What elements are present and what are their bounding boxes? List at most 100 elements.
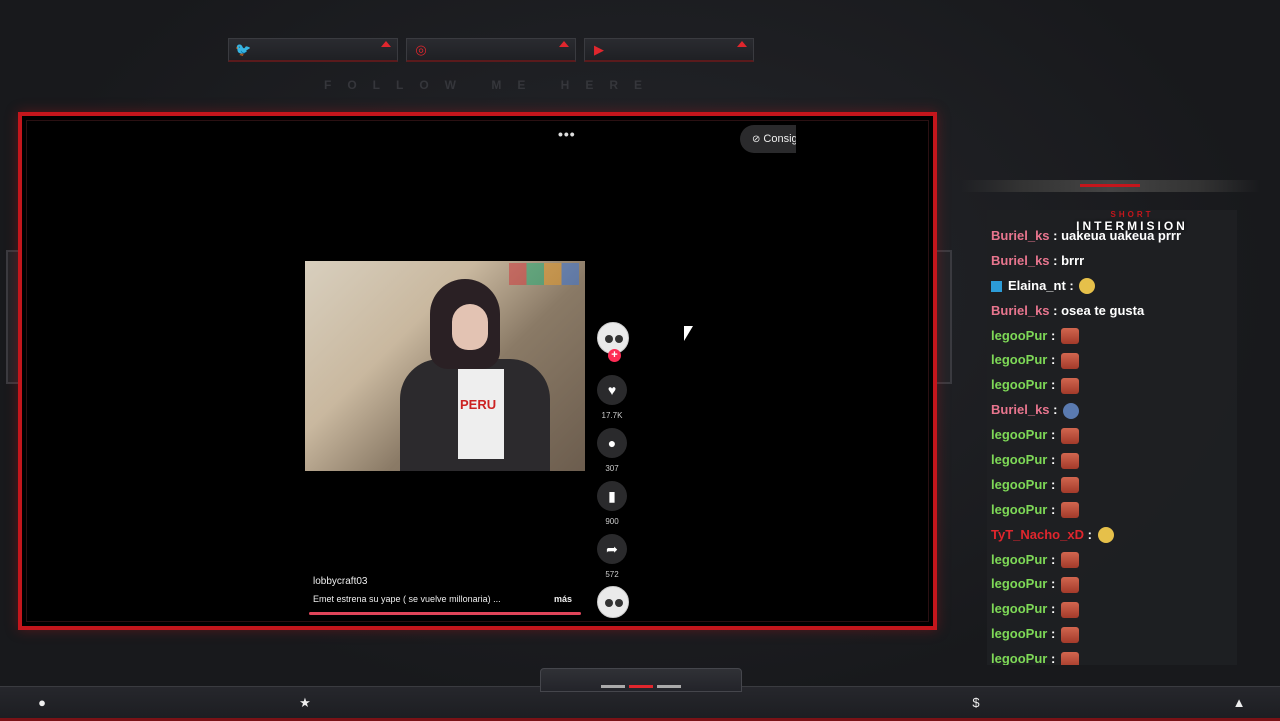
chat-emote-icon xyxy=(1063,402,1080,419)
follow-plus-icon[interactable]: + xyxy=(608,349,621,362)
chat-separator: : xyxy=(1049,402,1062,418)
chat-text: osea te gusta xyxy=(1061,302,1145,318)
chat-emote-icon xyxy=(1060,328,1079,345)
chat-username[interactable]: legooPur xyxy=(991,352,1047,367)
video-player[interactable]: PERU xyxy=(305,261,585,471)
chat-username[interactable]: legooPur xyxy=(991,452,1047,467)
avatar-eye xyxy=(615,335,623,343)
chat-emote-icon xyxy=(1060,452,1079,469)
heart-icon: ♥ xyxy=(607,382,617,398)
video-person: PERU xyxy=(400,279,550,471)
chat-username[interactable]: legooPur xyxy=(991,601,1047,616)
chat-username[interactable]: legooPur xyxy=(991,626,1047,641)
chat-emote-icon xyxy=(1060,601,1079,618)
comment-icon: ● xyxy=(607,435,617,451)
more-caption-button[interactable]: más xyxy=(554,594,572,604)
video-shirt-text: PERU xyxy=(460,397,497,412)
chat-username[interactable]: Buriel_ks xyxy=(991,402,1050,417)
bottom-center-bars xyxy=(601,685,681,688)
avatar-eye xyxy=(605,335,613,343)
chat-message: legooPur : xyxy=(991,348,1237,373)
chat-message: Buriel_ks : osea te gusta xyxy=(991,299,1237,324)
chat-message: legooPur : xyxy=(991,373,1237,398)
chat-badge-icon xyxy=(991,280,1002,292)
video-shirt xyxy=(458,369,504,459)
chat-emote-icon xyxy=(1060,427,1079,444)
social-slot-youtube[interactable]: ▶ xyxy=(584,38,754,62)
share-button[interactable]: ➦ xyxy=(597,534,627,564)
chat-separator: : xyxy=(1049,302,1062,318)
chat-message: Elaina_nt : xyxy=(991,274,1237,299)
chat-username[interactable]: Elaina_nt xyxy=(1008,278,1066,293)
video-progress-bar[interactable] xyxy=(309,612,581,615)
chat-separator: : xyxy=(1047,576,1059,592)
social-slot-instagram[interactable]: ◎ xyxy=(406,38,576,62)
avatar-eye xyxy=(605,599,613,607)
chat-separator: : xyxy=(1065,277,1078,293)
triangle-icon xyxy=(381,41,391,47)
video-face xyxy=(452,304,488,350)
more-options-button[interactable]: ••• xyxy=(558,126,576,142)
chat-username[interactable]: TyT_Nacho_xD xyxy=(991,527,1084,542)
follow-text: FOLLOW ME HERE xyxy=(324,78,658,92)
chat-separator: : xyxy=(1049,252,1062,268)
chat-message: legooPur : xyxy=(991,423,1237,448)
triangle-icon xyxy=(559,41,569,47)
chat-message: legooPur : xyxy=(991,622,1237,647)
comment-count: 307 xyxy=(605,464,619,473)
save-button[interactable]: ▮ xyxy=(597,481,627,511)
chat-username[interactable]: Buriel_ks xyxy=(991,253,1050,268)
chat-username[interactable]: legooPur xyxy=(991,477,1047,492)
chat-username[interactable]: legooPur xyxy=(991,576,1047,591)
chat-separator: : xyxy=(1047,427,1059,443)
chat-username[interactable]: legooPur xyxy=(991,502,1047,517)
chat-username[interactable]: legooPur xyxy=(991,328,1047,343)
chat-separator: : xyxy=(1047,452,1059,468)
chat-message: legooPur : xyxy=(991,324,1237,349)
chat-message: legooPur : xyxy=(991,647,1237,665)
chat-username[interactable]: legooPur xyxy=(991,377,1047,392)
social-slot-twitter[interactable]: 🐦 xyxy=(228,38,398,62)
share-icon: ➦ xyxy=(606,541,618,557)
user-icon: ● xyxy=(38,695,46,710)
bookmark-icon: ▮ xyxy=(608,488,616,504)
chat-top-deco xyxy=(960,180,1260,192)
mouse-cursor-icon xyxy=(684,326,693,341)
share-count: 572 xyxy=(605,570,619,579)
chat-message: legooPur : xyxy=(991,597,1237,622)
avatar-eye xyxy=(615,599,623,607)
chat-separator: : xyxy=(1083,526,1096,542)
creator-avatar[interactable]: + xyxy=(597,322,629,362)
chat-header-small: SHORT xyxy=(1110,210,1154,219)
video-username[interactable]: lobbycraft03 xyxy=(313,576,367,587)
like-count: 17.7K xyxy=(601,411,623,420)
chat-message: legooPur : xyxy=(991,572,1237,597)
chat-separator: : xyxy=(1047,327,1059,343)
chat-username[interactable]: legooPur xyxy=(991,651,1047,665)
chat-emote-icon xyxy=(1060,626,1079,643)
chat-message: legooPur : xyxy=(991,473,1237,498)
chat-text: brrr xyxy=(1061,252,1085,268)
chat-separator: : xyxy=(1047,501,1059,517)
sound-avatar[interactable] xyxy=(597,586,629,618)
chat-username[interactable]: legooPur xyxy=(991,552,1047,567)
comment-button[interactable]: ● xyxy=(597,428,627,458)
chat-emote-icon xyxy=(1060,377,1079,394)
chat-separator: : xyxy=(1047,551,1059,567)
chat-emote-icon xyxy=(1060,552,1079,569)
chat-username[interactable]: Buriel_ks xyxy=(991,303,1050,318)
chat-username[interactable]: legooPur xyxy=(991,427,1047,442)
consig-button[interactable]: ⊘ Consig xyxy=(740,125,796,153)
chat-emote-icon xyxy=(1097,527,1114,544)
chat-separator: : xyxy=(1047,651,1059,665)
like-button[interactable]: ♥ xyxy=(597,375,627,405)
chat-emote-icon xyxy=(1060,353,1079,370)
chat-separator: : xyxy=(1047,476,1059,492)
twitter-icon: 🐦 xyxy=(235,42,252,57)
link-icon: ⊘ xyxy=(752,134,761,145)
youtube-icon: ▶ xyxy=(594,42,604,57)
dollar-icon: $ xyxy=(972,695,980,710)
chat-messages: Buriel_ks : uakeua uakeua prrr Buriel_ks … xyxy=(991,224,1237,665)
chat-emote-icon xyxy=(1060,651,1079,665)
video-caption: Emet estrena su yape ( se vuelve millona… xyxy=(313,594,501,604)
